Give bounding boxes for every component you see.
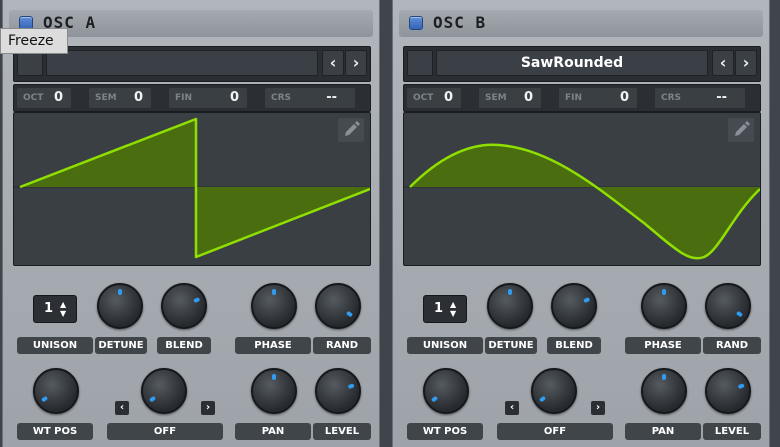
osc-a-prev-wavetable-button[interactable]: ‹ (322, 50, 344, 76)
osc-a-detune-knob[interactable] (97, 283, 143, 329)
osc-a-warp-mode-label[interactable]: OFF (107, 423, 223, 440)
osc-a-crs-label: CRS (271, 93, 292, 103)
osc-a-sem-value: 0 (133, 90, 143, 105)
osc-a-edit-pencil-icon[interactable] (338, 118, 364, 142)
osc-b-power-icon[interactable] (409, 16, 423, 30)
osc-a-warp-prev-button[interactable]: ‹ (115, 401, 129, 415)
osc-a-level-knob[interactable] (315, 368, 361, 414)
osc-a-phase-label: PHASE (235, 337, 311, 354)
osc-b-edit-pencil-icon[interactable] (728, 118, 754, 142)
osc-b-tuning-row: OCT 0 SEM 0 FIN 0 CRS -- (403, 84, 761, 112)
osc-b-fin-field[interactable]: FIN 0 (559, 88, 637, 108)
osc-a-unison-label: UNISON (17, 337, 93, 354)
osc-a-crs-field[interactable]: CRS -- (265, 88, 355, 108)
osc-b-rand-knob[interactable] (705, 283, 751, 329)
osc-b-phase-knob[interactable] (641, 283, 687, 329)
osc-a-next-wavetable-button[interactable]: › (345, 50, 367, 76)
osc-a-wt-pos-label: WT POS (17, 423, 93, 440)
osc-a-fin-value: 0 (229, 90, 239, 105)
osc-b-phase-label: PHASE (625, 337, 701, 354)
osc-a-waveform-graph (14, 117, 370, 259)
osc-b-fin-label: FIN (565, 93, 583, 103)
osc-b-up-down-arrows-icon[interactable]: ▲ ▼ (450, 300, 456, 318)
osc-b-blend-label: BLEND (547, 337, 601, 354)
osc-b-warp-prev-button[interactable]: ‹ (505, 401, 519, 415)
osc-a-waveform-display[interactable] (13, 112, 371, 266)
osc-b-pan-knob[interactable] (641, 368, 687, 414)
osc-b-warp-next-button[interactable]: › (591, 401, 605, 415)
osc-a-crs-value: -- (326, 90, 337, 105)
osc-b-level-knob[interactable] (705, 368, 751, 414)
osc-b-detune-knob[interactable] (487, 283, 533, 329)
osc-a-fin-label: FIN (175, 93, 193, 103)
osc-b-crs-field[interactable]: CRS -- (655, 88, 745, 108)
osc-a-tuning-row: OCT 0 SEM 0 FIN 0 CRS -- (13, 84, 371, 112)
osc-b-wt-pos-label: WT POS (407, 423, 483, 440)
osc-a-phase-knob[interactable] (251, 283, 297, 329)
osc-b-unison-label: UNISON (407, 337, 483, 354)
osc-b-title: OSC B (433, 13, 487, 32)
osc-a-oct-label: OCT (23, 93, 44, 103)
osc-a-up-down-arrows-icon[interactable]: ▲ ▼ (60, 300, 66, 318)
osc-a-unison-stepper[interactable]: 1 ▲ ▼ (33, 295, 77, 323)
osc-b-next-wavetable-button[interactable]: › (735, 50, 757, 76)
osc-a-rand-label: RAND (313, 337, 371, 354)
osc-b-waveform-graph (404, 143, 760, 260)
osc-b-sem-label: SEM (485, 93, 507, 103)
osc-a-warp-next-button[interactable]: › (201, 401, 215, 415)
osc-a-sem-field[interactable]: SEM 0 (89, 88, 151, 108)
osc-a-blend-label: BLEND (157, 337, 211, 354)
osc-b-rand-label: RAND (703, 337, 761, 354)
osc-a-panel: OSC A ‹ › OCT 0 SEM 0 FIN 0 CRS -- 1 ▲ ▼… (2, 0, 380, 447)
osc-a-wt-pos-knob[interactable] (33, 368, 79, 414)
osc-a-fin-field[interactable]: FIN 0 (169, 88, 247, 108)
osc-b-wavetable-name[interactable]: SawRounded (436, 50, 708, 76)
osc-b-waveform-display[interactable] (403, 112, 761, 266)
osc-b-crs-label: CRS (661, 93, 682, 103)
osc-b-unison-stepper[interactable]: 1 ▲ ▼ (423, 295, 467, 323)
osc-a-detune-label: DETUNE (95, 337, 147, 354)
osc-b-prev-wavetable-button[interactable]: ‹ (712, 50, 734, 76)
osc-a-sem-label: SEM (95, 93, 117, 103)
osc-b-pan-label: PAN (625, 423, 701, 440)
osc-b-level-label: LEVEL (703, 423, 761, 440)
osc-b-oct-value: 0 (443, 90, 453, 105)
osc-a-oct-field[interactable]: OCT 0 (17, 88, 71, 108)
osc-b-titlebar: OSC B (399, 10, 763, 37)
osc-b-wave-fill (410, 144, 760, 259)
osc-b-oct-label: OCT (413, 93, 434, 103)
osc-a-pan-label: PAN (235, 423, 311, 440)
osc-b-warp-knob[interactable] (531, 368, 577, 414)
freeze-tooltip: Freeze (0, 28, 68, 54)
osc-a-pan-knob[interactable] (251, 368, 297, 414)
osc-b-crs-value: -- (716, 90, 727, 105)
osc-b-freeze-button[interactable] (407, 50, 433, 76)
osc-a-blend-knob[interactable] (161, 283, 207, 329)
osc-b-fin-value: 0 (619, 90, 629, 105)
osc-b-wt-pos-knob[interactable] (423, 368, 469, 414)
osc-b-panel: OSC B SawRounded ‹ › OCT 0 SEM 0 FIN 0 C… (392, 0, 770, 447)
osc-b-blend-knob[interactable] (551, 283, 597, 329)
osc-b-wavetable-bar: SawRounded ‹ › (403, 46, 761, 82)
osc-b-oct-field[interactable]: OCT 0 (407, 88, 461, 108)
osc-b-detune-label: DETUNE (485, 337, 537, 354)
osc-a-unison-value: 1 (44, 301, 54, 316)
osc-b-sem-value: 0 (523, 90, 533, 105)
osc-b-sem-field[interactable]: SEM 0 (479, 88, 541, 108)
osc-b-unison-value: 1 (434, 301, 444, 316)
osc-b-warp-mode-label[interactable]: OFF (497, 423, 613, 440)
osc-a-oct-value: 0 (53, 90, 63, 105)
osc-a-wavetable-name[interactable] (46, 50, 318, 76)
osc-a-level-label: LEVEL (313, 423, 371, 440)
osc-a-warp-knob[interactable] (141, 368, 187, 414)
osc-a-rand-knob[interactable] (315, 283, 361, 329)
